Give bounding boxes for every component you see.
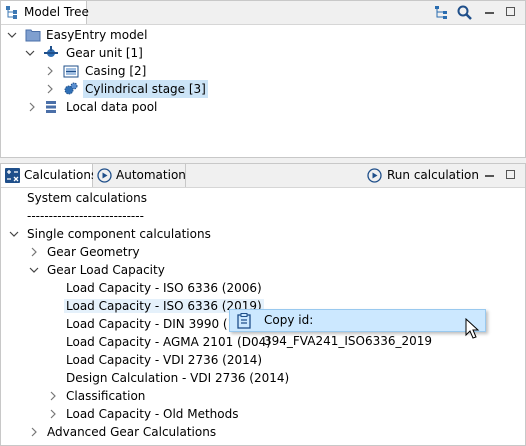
chevron-right-icon bbox=[31, 427, 37, 437]
tree-label: Local data pool bbox=[66, 100, 158, 114]
folder-icon bbox=[25, 29, 41, 42]
gear-unit-icon bbox=[44, 46, 58, 57]
model-tree-tabbar: Model Tree bbox=[1, 1, 525, 25]
chevron-down-icon bbox=[29, 267, 39, 273]
layout-toggle-icon[interactable] bbox=[433, 4, 450, 21]
tree-label: Gear unit [1] bbox=[66, 46, 143, 60]
tab-label: Automation bbox=[116, 168, 186, 182]
chevron-right-icon bbox=[50, 391, 56, 401]
list-item-design-vdi2736[interactable]: Design Calculation - VDI 2736 (2014) bbox=[66, 369, 289, 387]
tree-label: Casing [2] bbox=[85, 64, 147, 78]
list-item-agma2101[interactable]: Load Capacity - AGMA 2101 (D04) bbox=[66, 333, 271, 351]
copy-id-label: Copy id: 394_FVA241_ISO6336_2019 bbox=[264, 313, 433, 348]
gear-icon bbox=[64, 82, 78, 95]
minimize-icon[interactable] bbox=[481, 167, 498, 184]
tab-model-tree[interactable]: Model Tree bbox=[1, 1, 89, 24]
chevron-right-icon bbox=[50, 409, 56, 419]
calculations-panel: Calculations Automation Run calculation … bbox=[0, 163, 526, 446]
tab-label: Calculations bbox=[24, 168, 98, 182]
list-item-system-calculations[interactable]: System calculations bbox=[27, 189, 147, 207]
chevron-down-icon bbox=[25, 50, 35, 56]
mouse-cursor-icon bbox=[465, 318, 480, 339]
tab-automation[interactable]: Automation bbox=[93, 164, 186, 187]
chevron-right-icon bbox=[47, 84, 53, 94]
database-icon bbox=[46, 101, 56, 113]
chevron-down-icon bbox=[9, 231, 19, 237]
tree-label: Cylindrical stage [3] bbox=[83, 80, 208, 98]
context-menu-copy-id[interactable]: Copy id: 394_FVA241_ISO6336_2019 bbox=[229, 309, 486, 348]
chevron-down-icon bbox=[7, 32, 17, 38]
casing-icon bbox=[63, 65, 79, 78]
chevron-right-icon bbox=[47, 66, 53, 76]
tree-icon bbox=[5, 5, 20, 20]
play-icon bbox=[97, 168, 112, 183]
model-tree-panel: Model Tree EasyEntry model Gear unit [1]… bbox=[0, 0, 526, 158]
clipboard-icon bbox=[237, 313, 251, 329]
list-item-iso6336-2006[interactable]: Load Capacity - ISO 6336 (2006) bbox=[66, 279, 262, 297]
separator-line: --------------------------- bbox=[27, 209, 144, 223]
calculator-icon bbox=[5, 168, 20, 183]
tree-label: EasyEntry model bbox=[46, 28, 148, 42]
tab-calculations[interactable]: Calculations bbox=[1, 164, 97, 187]
minimize-icon[interactable] bbox=[481, 4, 498, 21]
list-item-vdi2736[interactable]: Load Capacity - VDI 2736 (2014) bbox=[66, 351, 262, 369]
play-icon bbox=[367, 168, 382, 183]
maximize-icon[interactable] bbox=[503, 4, 520, 21]
run-calculation-button[interactable]: Run calculation bbox=[367, 164, 479, 187]
tab-label: Model Tree bbox=[24, 5, 89, 19]
maximize-icon[interactable] bbox=[503, 167, 520, 184]
chevron-right-icon bbox=[31, 247, 37, 257]
run-calculation-label: Run calculation bbox=[387, 168, 479, 182]
search-icon[interactable] bbox=[456, 4, 473, 21]
chevron-right-icon bbox=[29, 102, 35, 112]
calc-tabbar: Calculations Automation Run calculation bbox=[1, 164, 525, 188]
